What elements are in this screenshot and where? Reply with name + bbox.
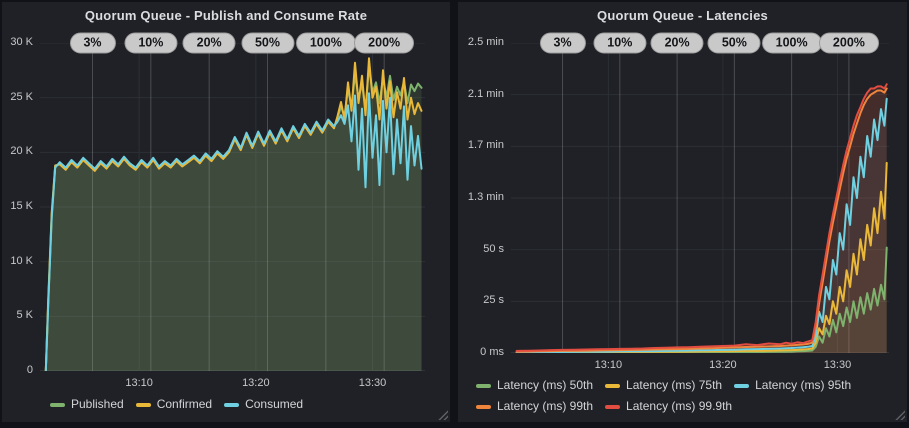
legend-label: Confirmed <box>157 395 212 414</box>
panel-latencies: Quorum Queue - Latencies 3%10%20%50%100%… <box>458 2 907 422</box>
annotation-pill[interactable]: 50% <box>708 33 761 54</box>
legend-item-latency-ms-50th[interactable]: Latency (ms) 50th <box>476 376 593 395</box>
legend-swatch <box>605 384 620 388</box>
panel-title[interactable]: Quorum Queue - Publish and Consume Rate <box>2 8 450 23</box>
y-axis-tick-label: 50 s <box>458 243 504 255</box>
y-axis-tick-label: 10 K <box>2 255 33 267</box>
annotation-pill[interactable]: 50% <box>241 33 294 54</box>
x-axis-tick-label: 13:30 <box>351 377 395 389</box>
legend-swatch <box>476 405 491 409</box>
annotation-pill[interactable]: 200% <box>354 33 414 54</box>
plot-area[interactable]: 3%10%20%50%100%200% <box>511 43 889 353</box>
plot-area[interactable]: 3%10%20%50%100%200% <box>40 43 425 371</box>
y-axis-tick-label: 25 K <box>2 91 33 103</box>
legend-label: Latency (ms) 50th <box>497 376 593 395</box>
y-axis-tick-label: 15 K <box>2 200 33 212</box>
legend-swatch <box>50 403 65 407</box>
y-axis-tick-label: 25 s <box>458 294 504 306</box>
y-axis-tick-label: 0 <box>2 364 33 376</box>
x-axis-tick-label: 13:30 <box>815 359 859 371</box>
annotation-pill[interactable]: 3% <box>539 33 585 54</box>
legend-label: Latency (ms) 75th <box>626 376 722 395</box>
legend-item-consumed[interactable]: Consumed <box>224 395 303 414</box>
panel-title[interactable]: Quorum Queue - Latencies <box>458 8 907 23</box>
grafana-dashboard: { "theme": { "page_bg": "#111217", "pane… <box>0 0 909 428</box>
y-axis-tick-label: 2.5 min <box>458 36 504 48</box>
legend-item-confirmed[interactable]: Confirmed <box>136 395 212 414</box>
dashboard-row: Quorum Queue - Publish and Consume Rate … <box>0 0 909 424</box>
panel-resize-handle[interactable] <box>895 410 905 420</box>
legend-swatch <box>136 403 151 407</box>
legend-label: Consumed <box>245 395 303 414</box>
legend: Published Confirmed Consumed <box>50 395 440 414</box>
legend-label: Latency (ms) 99th <box>497 397 593 416</box>
legend-swatch <box>476 384 491 388</box>
y-axis-tick-label: 0 ms <box>458 346 504 358</box>
legend-item-latency-ms-99.9th[interactable]: Latency (ms) 99.9th <box>605 397 732 416</box>
chart-canvas[interactable] <box>511 43 889 353</box>
annotation-pill[interactable]: 100% <box>762 33 822 54</box>
y-axis-tick-label: 1.7 min <box>458 139 504 151</box>
y-axis-tick-label: 2.1 min <box>458 88 504 100</box>
legend-label: Published <box>71 395 124 414</box>
legend-item-latency-ms-75th[interactable]: Latency (ms) 75th <box>605 376 722 395</box>
y-axis-tick-label: 30 K <box>2 36 33 48</box>
legend-item-latency-ms-95th[interactable]: Latency (ms) 95th <box>734 376 851 395</box>
y-axis-tick-label: 1.3 min <box>458 191 504 203</box>
legend: Latency (ms) 50th Latency (ms) 75th Latenc… <box>476 376 856 416</box>
legend-item-latency-ms-99th[interactable]: Latency (ms) 99th <box>476 397 593 416</box>
annotation-pill[interactable]: 100% <box>296 33 356 54</box>
y-axis-tick-label: 5 K <box>2 309 33 321</box>
x-axis-tick-label: 13:20 <box>701 359 745 371</box>
annotation-pill[interactable]: 20% <box>651 33 704 54</box>
legend-swatch <box>224 403 239 407</box>
legend-item-published[interactable]: Published <box>50 395 124 414</box>
annotation-pill[interactable]: 10% <box>593 33 646 54</box>
x-axis-tick-label: 13:10 <box>117 377 161 389</box>
legend-swatch <box>734 384 749 388</box>
legend-swatch <box>605 405 620 409</box>
panel-publish-consume-rate: Quorum Queue - Publish and Consume Rate … <box>2 2 450 422</box>
annotation-pill[interactable]: 20% <box>183 33 236 54</box>
y-axis-tick-label: 20 K <box>2 145 33 157</box>
annotation-pill[interactable]: 3% <box>69 33 115 54</box>
legend-label: Latency (ms) 99.9th <box>626 397 732 416</box>
x-axis-tick-label: 13:20 <box>234 377 278 389</box>
x-axis-tick-label: 13:10 <box>586 359 630 371</box>
annotation-pill[interactable]: 200% <box>819 33 879 54</box>
chart-canvas[interactable] <box>40 43 425 371</box>
annotation-pill[interactable]: 10% <box>124 33 177 54</box>
legend-label: Latency (ms) 95th <box>755 376 851 395</box>
